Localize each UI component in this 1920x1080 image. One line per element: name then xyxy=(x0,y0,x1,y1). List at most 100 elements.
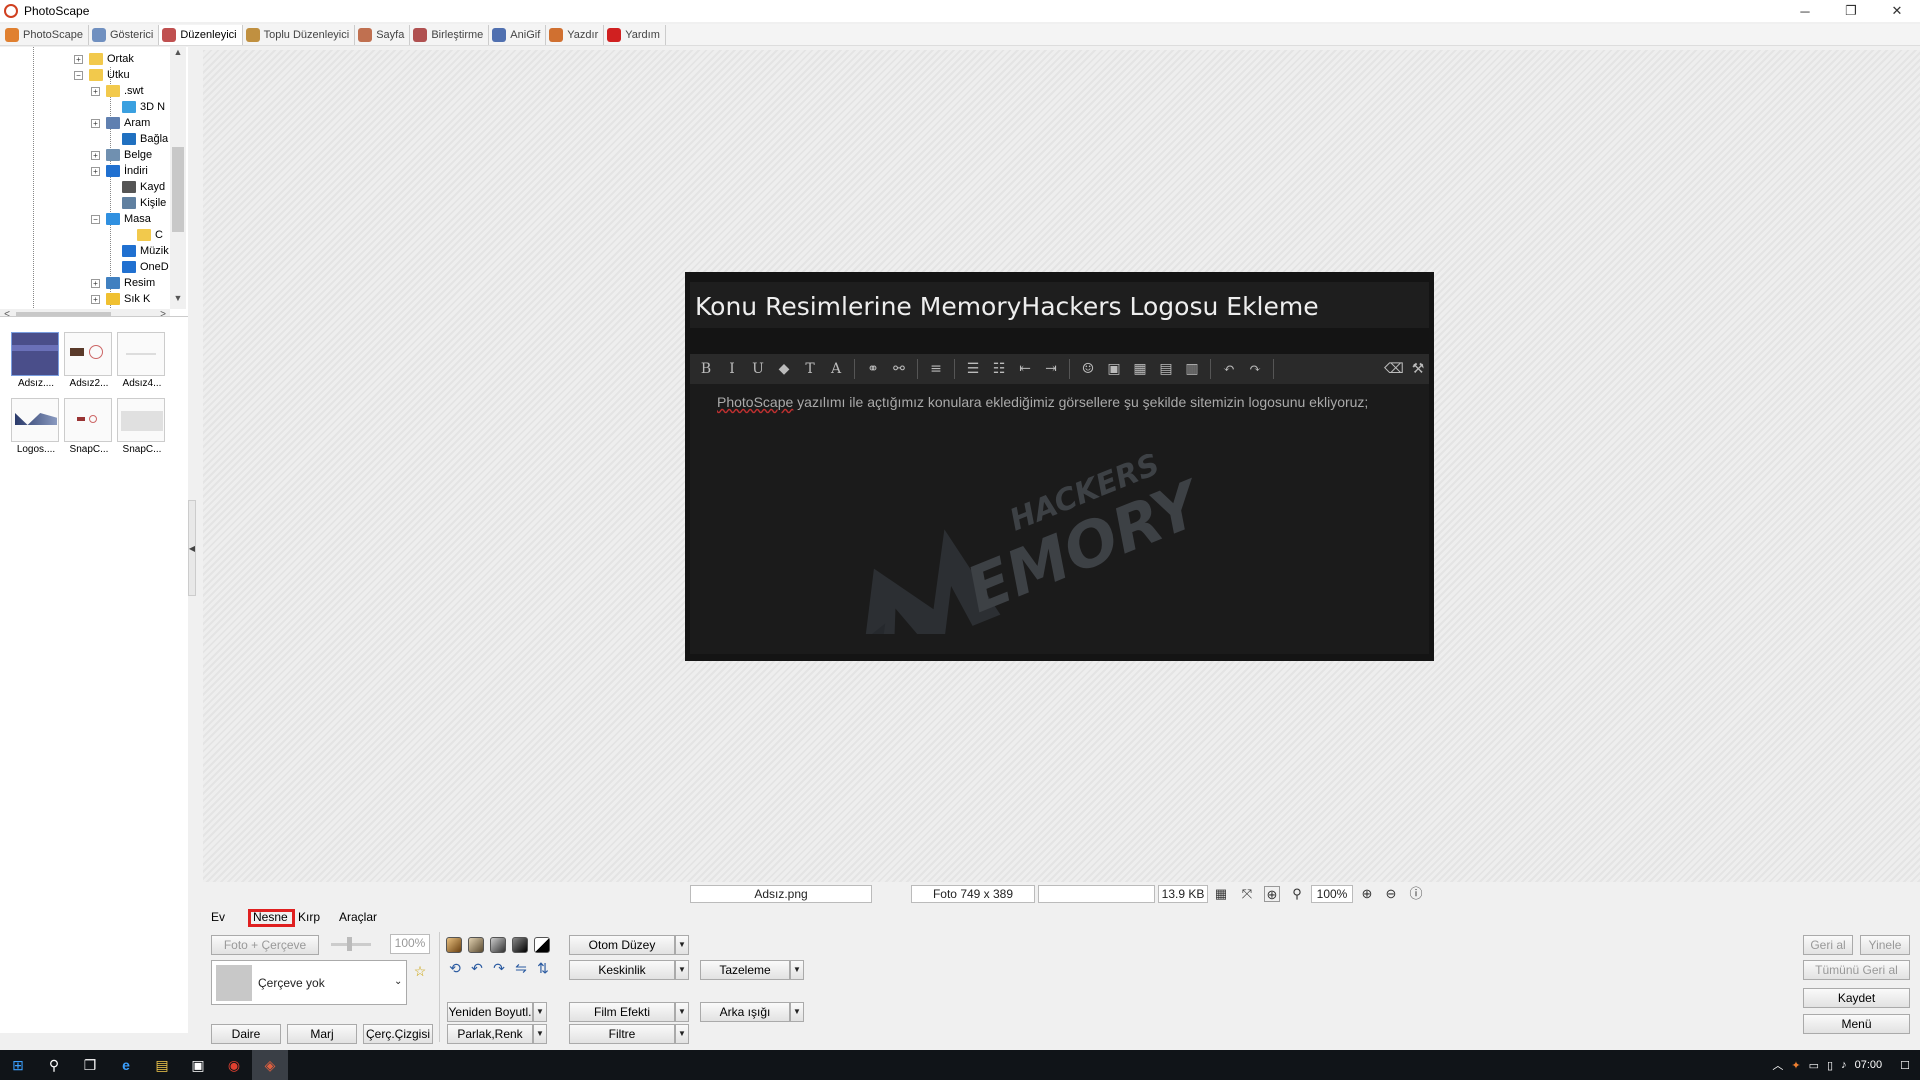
tab-kirp[interactable]: Kırp xyxy=(298,910,320,924)
scroll-down-arrow[interactable]: ▼ xyxy=(170,293,186,307)
otom-duzey-button[interactable]: Otom Düzey xyxy=(569,935,675,955)
expand-toggle-icon[interactable]: + xyxy=(74,54,83,64)
expand-toggle-icon[interactable]: + xyxy=(91,166,100,176)
parlak-renk-button[interactable]: Parlak,Renk xyxy=(447,1024,533,1044)
expand-toggle-icon[interactable]: + xyxy=(91,294,100,304)
gray-swatch[interactable] xyxy=(490,937,506,953)
dropdown-arrow[interactable]: ▼ xyxy=(675,1002,689,1022)
tab-page[interactable]: Sayfa xyxy=(355,24,411,45)
expand-toggle-icon[interactable]: + xyxy=(91,278,100,288)
expand-toggle-icon[interactable]: + xyxy=(91,118,100,128)
tab-help[interactable]: Yardım xyxy=(604,24,666,45)
battery-icon[interactable]: ▯ xyxy=(1827,1059,1833,1072)
edited-photo[interactable]: Konu Resimlerine MemoryHackers Logosu Ek… xyxy=(685,272,1434,661)
dark-swatch[interactable] xyxy=(512,937,528,953)
favorite-star-icon[interactable]: ☆ xyxy=(411,962,429,980)
file-explorer-icon[interactable]: ▤ xyxy=(144,1050,180,1080)
tree-item[interactable]: − Utku xyxy=(74,67,130,83)
chrome-icon[interactable]: ◉ xyxy=(216,1050,252,1080)
tree-item[interactable]: + Resim xyxy=(91,275,155,291)
flip-horizontal-icon[interactable]: ⇋ xyxy=(512,959,530,977)
minimize-button[interactable]: ─ xyxy=(1782,0,1828,22)
tazeleme-button[interactable]: Tazeleme xyxy=(700,960,790,980)
transparency-icon[interactable]: ▦ xyxy=(1213,886,1229,902)
tumunu-geri-al-button[interactable]: Tümünü Geri al xyxy=(1803,960,1910,980)
expand-toggle-icon[interactable]: + xyxy=(91,150,100,160)
image-canvas[interactable]: Konu Resimlerine MemoryHackers Logosu Ek… xyxy=(203,50,1920,882)
dropdown-arrow[interactable]: ▼ xyxy=(533,1024,547,1044)
tab-photoscape[interactable]: PhotoScape xyxy=(2,24,89,45)
tree-item[interactable]: + Belge xyxy=(91,147,152,163)
memoryhackers-watermark-logo[interactable]: EMORY HACKERS xyxy=(805,454,1225,634)
photoscape-taskbar-icon[interactable]: ◈ xyxy=(252,1050,288,1080)
tree-item[interactable]: + İndiri xyxy=(91,163,148,179)
rotate-left-icon[interactable]: ↶ xyxy=(468,959,486,977)
thumbnail-item[interactable]: Adsız.... xyxy=(11,332,61,392)
tab-combine[interactable]: Birleştirme xyxy=(410,24,490,45)
cerc-cizgisi-button[interactable]: Çerç.Çizgisi xyxy=(363,1024,433,1044)
scroll-thumb[interactable] xyxy=(16,312,111,316)
tree-item[interactable]: C xyxy=(122,227,163,243)
scroll-up-arrow[interactable]: ▲ xyxy=(170,47,186,61)
tree-item[interactable]: Müzik xyxy=(107,243,169,259)
tree-horizontal-scrollbar[interactable]: < > xyxy=(0,309,170,316)
tree-item[interactable]: + Aram xyxy=(91,115,150,131)
tree-item[interactable]: Bağla xyxy=(107,131,168,147)
search-icon[interactable]: ⚲ xyxy=(36,1050,72,1080)
yinele-button[interactable]: Yinele xyxy=(1860,935,1910,955)
tab-ev[interactable]: Ev xyxy=(211,910,225,924)
dropdown-arrow[interactable]: ▼ xyxy=(533,1002,547,1022)
menu-button[interactable]: Menü xyxy=(1803,1014,1910,1034)
collapse-arrow-icon[interactable]: ◀ xyxy=(189,544,195,553)
film-efekti-button[interactable]: Film Efekti xyxy=(569,1002,675,1022)
network-icon[interactable]: ▭ xyxy=(1809,1059,1819,1072)
tree-item[interactable]: OneD xyxy=(107,259,169,275)
slider-knob[interactable] xyxy=(347,937,352,951)
thumbnail-item[interactable]: SnapC... xyxy=(117,398,167,458)
tab-print[interactable]: Yazdır xyxy=(546,24,605,45)
tree-item[interactable]: Kayd xyxy=(107,179,165,195)
tab-araclar[interactable]: Araçlar xyxy=(339,910,377,924)
tree-item[interactable]: Kişile xyxy=(107,195,166,211)
zoom-in-icon[interactable]: ⊕ xyxy=(1359,886,1375,902)
rotate-right-icon[interactable]: ↷ xyxy=(490,959,508,977)
tree-item[interactable]: + Ortak xyxy=(74,51,134,67)
yeniden-boyutl-button[interactable]: Yeniden Boyutl. xyxy=(447,1002,533,1022)
rotate-set-icon[interactable]: ⟲ xyxy=(446,959,464,977)
dropdown-arrow[interactable]: ▼ xyxy=(675,960,689,980)
sepia-frame-swatch[interactable] xyxy=(446,937,462,953)
chevron-up-icon[interactable]: ︿ xyxy=(1772,1057,1783,1073)
scroll-right-arrow[interactable]: > xyxy=(156,309,170,316)
zoom-fit-icon[interactable]: ⊕ xyxy=(1264,886,1280,902)
fit-icon[interactable]: ⤧ xyxy=(1239,886,1255,902)
thumbnail-item[interactable]: Adsız2... xyxy=(64,332,114,392)
dropdown-arrow[interactable]: ▼ xyxy=(790,1002,804,1022)
avast-icon[interactable]: ✦ xyxy=(1791,1059,1800,1072)
zoom-actual-icon[interactable]: ⚲ xyxy=(1289,886,1305,902)
expand-toggle-icon[interactable]: − xyxy=(74,70,83,80)
windows-start-icon[interactable]: ⊞ xyxy=(0,1050,36,1080)
close-button[interactable]: ✕ xyxy=(1874,0,1920,22)
kaydet-button[interactable]: Kaydet xyxy=(1803,988,1910,1008)
geri-al-button[interactable]: Geri al xyxy=(1803,935,1853,955)
clock[interactable]: 07:00 xyxy=(1855,1059,1883,1071)
zoom-out-icon[interactable]: ⊖ xyxy=(1383,886,1399,902)
notification-icon[interactable]: ☐ xyxy=(1900,1059,1910,1072)
scroll-left-arrow[interactable]: < xyxy=(0,309,14,316)
arka-isigi-button[interactable]: Arka ışığı xyxy=(700,1002,790,1022)
task-view-icon[interactable]: ❐ xyxy=(72,1050,108,1080)
tab-viewer[interactable]: Gösterici xyxy=(89,24,160,45)
black-white-swatch[interactable] xyxy=(534,937,550,953)
marj-button[interactable]: Marj xyxy=(287,1024,357,1044)
thumbnail-item[interactable]: Logos.... xyxy=(11,398,61,458)
expand-toggle-icon[interactable]: + xyxy=(91,86,100,96)
foto-cerceve-button[interactable]: Foto + Çerçeve xyxy=(211,935,319,955)
daire-button[interactable]: Daire xyxy=(211,1024,281,1044)
opacity-slider[interactable] xyxy=(331,937,371,951)
filtre-button[interactable]: Filtre xyxy=(569,1024,675,1044)
tree-item[interactable]: 3D N xyxy=(107,99,165,115)
tab-batch-editor[interactable]: Toplu Düzenleyici xyxy=(243,24,356,45)
keskinlik-button[interactable]: Keskinlik xyxy=(569,960,675,980)
tree-item[interactable]: + Sık K xyxy=(91,291,150,307)
tree-vertical-scrollbar[interactable]: ▲ ▼ xyxy=(170,47,186,309)
